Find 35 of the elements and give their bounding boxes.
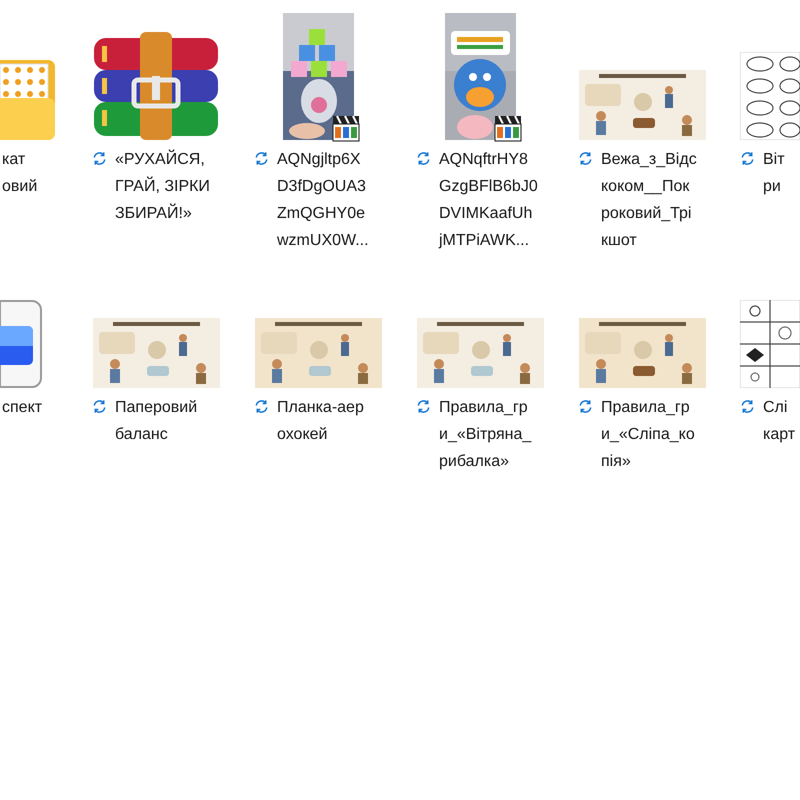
file-name[interactable]: D3fDgOUA3: [277, 173, 369, 200]
file-name[interactable]: AQNgjltp6X: [277, 146, 369, 173]
file-name[interactable]: Вежа_з_Відс: [601, 146, 697, 173]
file-name[interactable]: рибалка»: [439, 448, 532, 475]
file-name[interactable]: пія»: [601, 448, 695, 475]
file-name[interactable]: спект: [2, 394, 42, 421]
file-name[interactable]: ZmQGHY0e: [277, 200, 369, 227]
file-name[interactable]: Віт: [763, 146, 785, 173]
books-icon: [92, 32, 220, 140]
file-name[interactable]: DVIMKaafUh: [439, 200, 538, 227]
file-name[interactable]: и_«Сліпа_ко: [601, 421, 695, 448]
file-name[interactable]: баланс: [115, 421, 198, 448]
file-name[interactable]: AQNqftrHY8: [439, 146, 538, 173]
file-name[interactable]: ЗБИРАЙ!»: [115, 200, 210, 227]
file-name[interactable]: GzgBFlB6bJ0: [439, 173, 538, 200]
file-name[interactable]: ГРАЙ, ЗІРКИ: [115, 173, 210, 200]
file-name[interactable]: Правила_гр: [439, 394, 532, 421]
file-name[interactable]: wzmUX0W...: [277, 227, 369, 254]
clapperboard-icon: [332, 114, 360, 142]
file-name[interactable]: Паперовий: [115, 394, 198, 421]
file-name[interactable]: и_«Вітряна_: [439, 421, 532, 448]
clapperboard-icon: [494, 114, 522, 142]
file-name[interactable]: Правила_гр: [601, 394, 695, 421]
file-name[interactable]: Планка-аер: [277, 394, 364, 421]
file-name[interactable]: ри: [763, 173, 785, 200]
file-name[interactable]: роковий_Трі: [601, 200, 697, 227]
file-name[interactable]: охокей: [277, 421, 364, 448]
file-name[interactable]: овий: [2, 173, 38, 200]
file-name[interactable]: карт: [763, 421, 796, 448]
file-name[interactable]: Слі: [763, 394, 796, 421]
file-name[interactable]: «РУХАЙСЯ,: [115, 146, 210, 173]
file-name[interactable]: кшот: [601, 227, 697, 254]
file-name[interactable]: jMTPiAWK...: [439, 227, 538, 254]
file-name[interactable]: коком__Пок: [601, 173, 697, 200]
file-name[interactable]: кат: [2, 146, 38, 173]
